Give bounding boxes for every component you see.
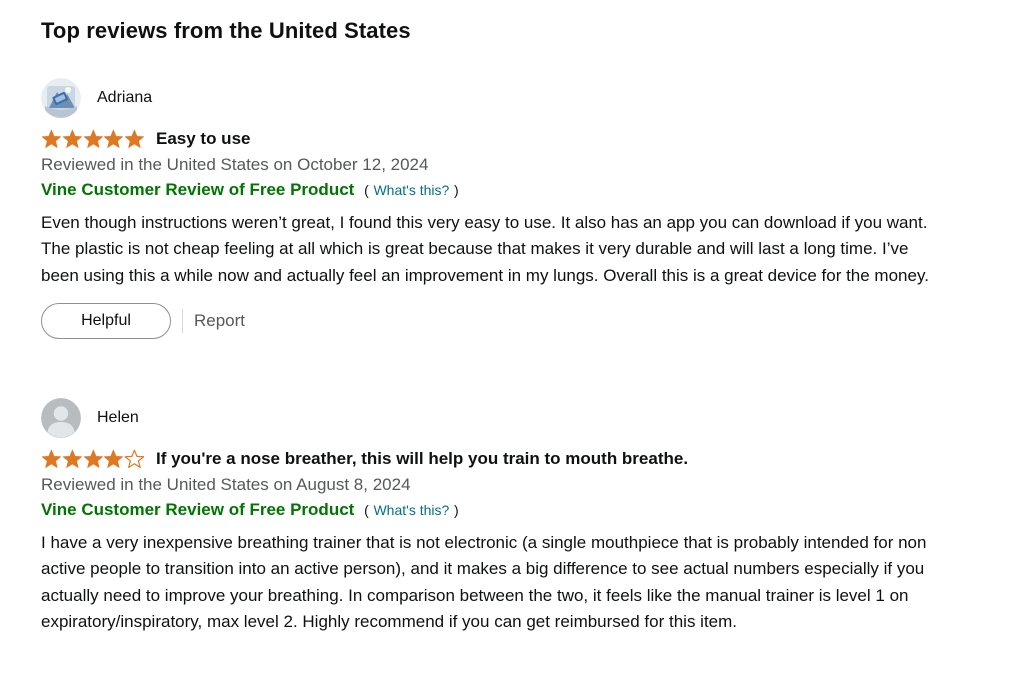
report-link[interactable]: Report	[194, 311, 245, 331]
profile-photo-avatar	[41, 78, 81, 118]
review-item: Adriana Easy to use Reviewed in the Unit…	[41, 78, 951, 339]
vine-paren-open: (	[364, 182, 369, 198]
helpful-button[interactable]: Helpful	[41, 302, 171, 339]
star-filled-icon	[62, 129, 82, 148]
review-body: Even though instructions weren’t great, …	[41, 213, 929, 285]
vine-row: Vine Customer Review of Free Product ( W…	[41, 178, 951, 202]
star-empty-icon	[124, 449, 145, 468]
reviewer-profile[interactable]: Adriana	[41, 78, 951, 118]
review-title[interactable]: If you're a nose breather, this will hel…	[156, 449, 688, 469]
star-filled-icon	[104, 449, 124, 468]
whats-this-link[interactable]: What's this?	[373, 182, 449, 198]
vine-paren-open: (	[364, 502, 369, 518]
star-filled-icon	[41, 449, 61, 468]
default-user-avatar	[41, 398, 81, 438]
star-filled-icon	[83, 129, 103, 148]
star-filled-icon	[62, 449, 82, 468]
star-filled-icon	[41, 129, 61, 148]
action-divider	[182, 308, 183, 333]
reviewer-name[interactable]: Adriana	[97, 89, 152, 107]
star-filled-icon	[124, 129, 145, 148]
vine-badge: Vine Customer Review of Free Product	[41, 180, 355, 199]
review-date: Reviewed in the United States on October…	[41, 155, 429, 174]
review-actions: Helpful Report	[41, 302, 951, 339]
star-filled-icon	[104, 129, 124, 148]
review-title-row: If you're a nose breather, this will hel…	[41, 447, 951, 471]
review-body: I have a very inexpensive breathing trai…	[41, 533, 927, 631]
vine-paren-close: )	[454, 502, 459, 518]
review-title-row: Easy to use	[41, 127, 951, 151]
vine-paren-close: )	[454, 182, 459, 198]
reviewer-profile[interactable]: Helen	[41, 398, 951, 438]
whats-this-link[interactable]: What's this?	[373, 502, 449, 518]
star-rating[interactable]	[41, 129, 145, 149]
review-item: Helen If you're a nose breather, this wi…	[41, 398, 951, 635]
vine-row: Vine Customer Review of Free Product ( W…	[41, 498, 951, 522]
star-rating[interactable]	[41, 449, 145, 469]
reviewer-name[interactable]: Helen	[97, 409, 139, 427]
section-title: Top reviews from the United States	[41, 18, 411, 43]
star-filled-icon	[83, 449, 103, 468]
vine-badge: Vine Customer Review of Free Product	[41, 500, 355, 519]
review-date: Reviewed in the United States on August …	[41, 475, 411, 494]
review-title[interactable]: Easy to use	[156, 129, 251, 149]
reviews-page: Top reviews from the United States Adria…	[0, 0, 1024, 674]
